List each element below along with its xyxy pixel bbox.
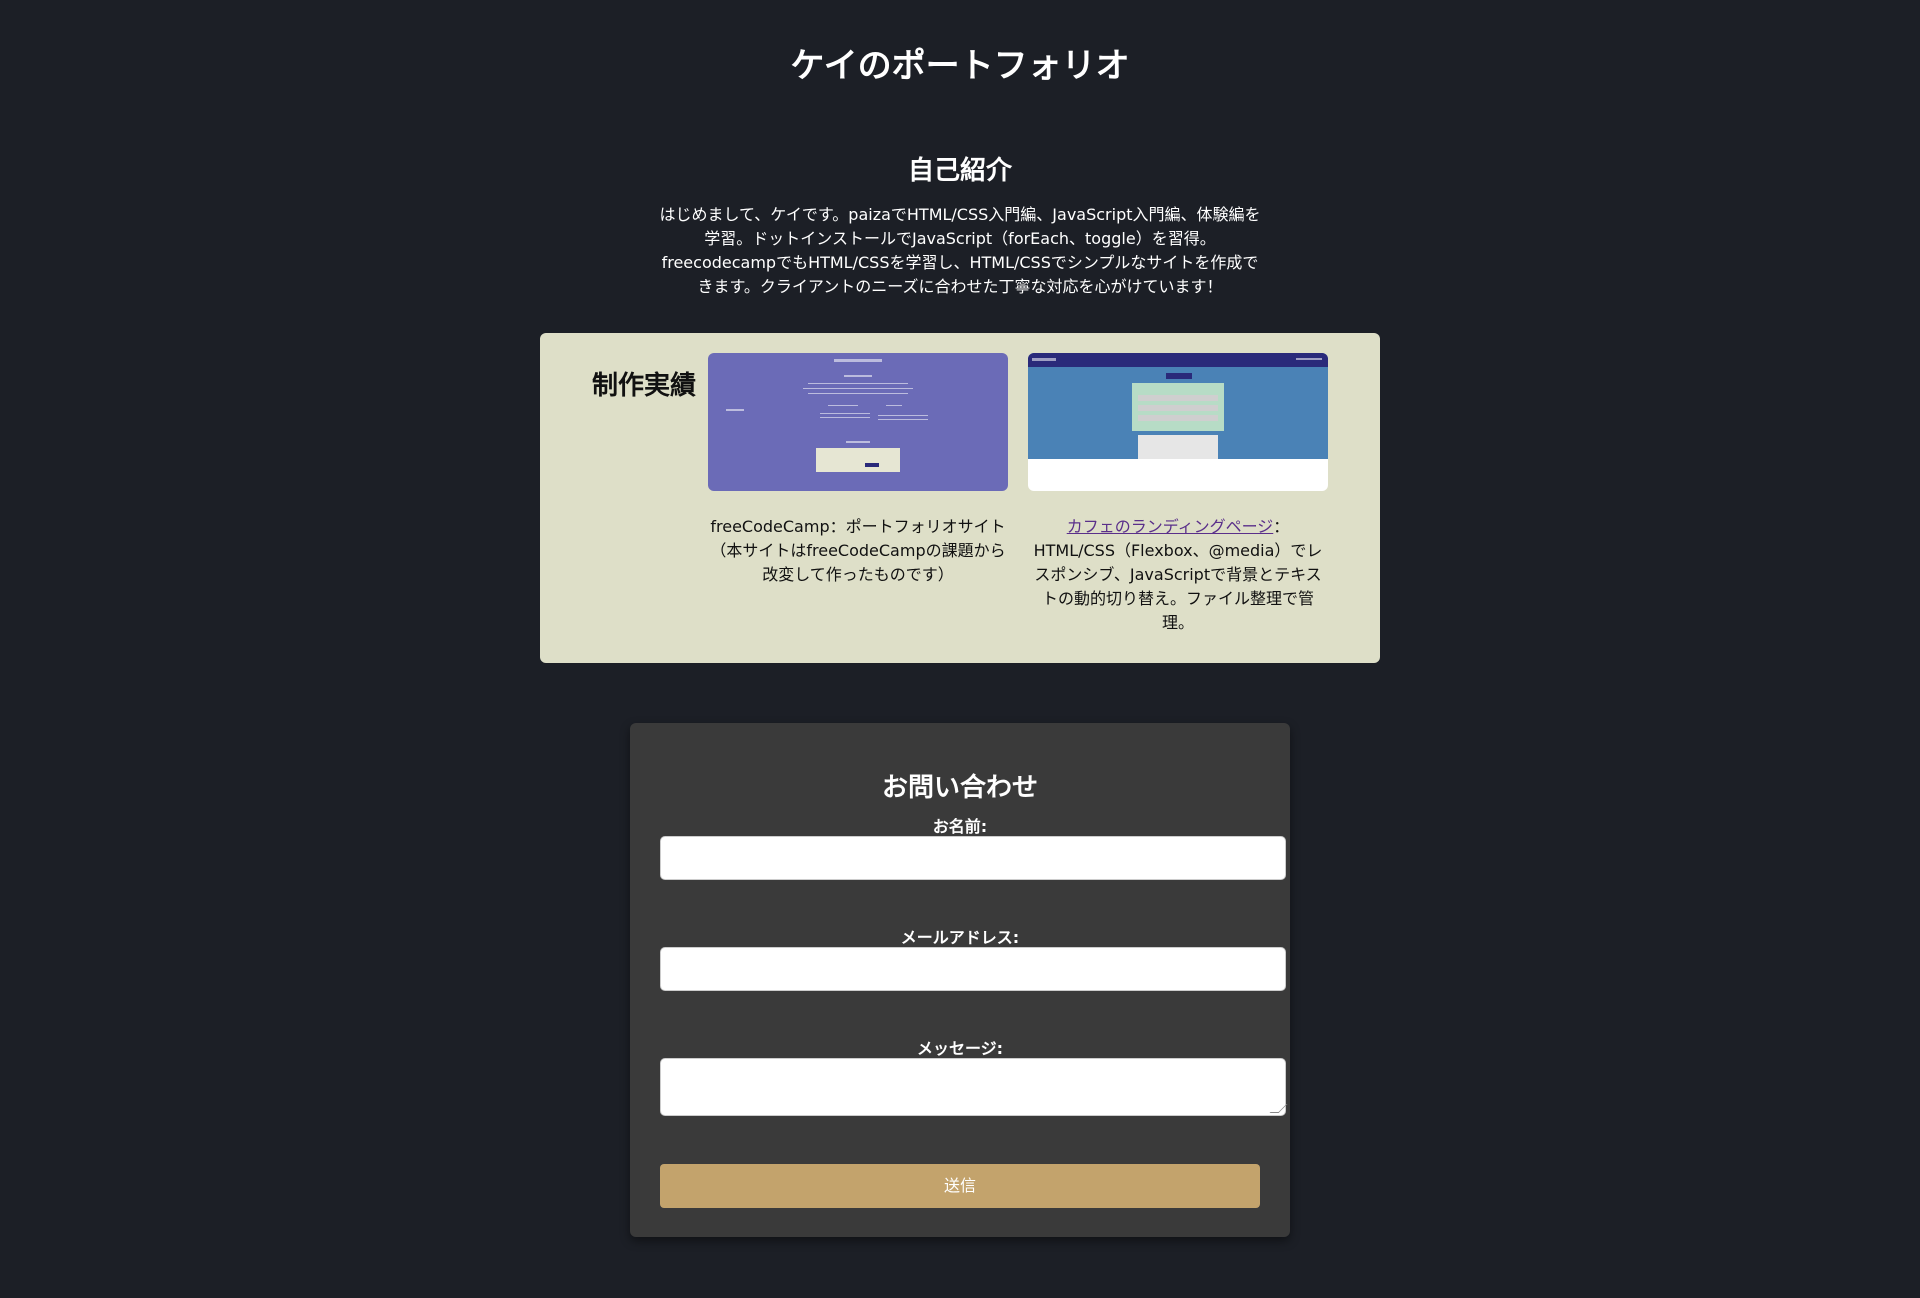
name-label: お名前: bbox=[932, 817, 988, 836]
about-text: はじめまして、ケイです。paizaでHTML/CSS入門編、JavaScript… bbox=[659, 205, 1261, 296]
work-card-portfolio: freeCodeCamp：ポートフォリオサイト（本サイトはfreeCodeCam… bbox=[708, 353, 1008, 587]
works-section: 制作実績 freeCodeCamp：ポートフォリオサイト（本サイトはfreeCo… bbox=[540, 333, 1380, 663]
page-title: ケイのポートフォリオ bbox=[790, 46, 1130, 86]
cafe-landing-page-link[interactable]: カフェのランディングページ bbox=[1067, 517, 1274, 536]
works-heading: 制作実績 bbox=[592, 371, 697, 401]
message-label: メッセージ: bbox=[916, 1039, 1004, 1058]
message-field[interactable] bbox=[660, 1058, 1288, 1116]
email-field[interactable] bbox=[660, 947, 1286, 991]
work-card-cafe: カフェのランディングページ：HTML/CSS（Flexbox、@media）でレ… bbox=[1028, 353, 1328, 635]
name-field[interactable] bbox=[660, 836, 1286, 880]
portfolio-thumbnail bbox=[708, 353, 1008, 491]
resize-handle-icon[interactable] bbox=[1269, 1104, 1288, 1113]
about-section: 自己紹介 はじめまして、ケイです。paizaでHTML/CSS入門編、JavaS… bbox=[0, 150, 1920, 299]
cafe-thumbnail[interactable] bbox=[1028, 353, 1328, 491]
portfolio-description: freeCodeCamp：ポートフォリオサイト（本サイトはfreeCodeCam… bbox=[710, 517, 1006, 584]
about-heading: 自己紹介 bbox=[907, 156, 1012, 186]
submit-button[interactable]: 送信 bbox=[660, 1164, 1260, 1208]
email-label: メールアドレス: bbox=[900, 928, 1020, 947]
contact-form: お問い合わせ お名前: メールアドレス: メッセージ: 送信 bbox=[630, 723, 1290, 1237]
contact-heading: お問い合わせ bbox=[881, 773, 1038, 803]
cafe-description-block: カフェのランディングページ：HTML/CSS（Flexbox、@media）でレ… bbox=[1028, 515, 1328, 635]
